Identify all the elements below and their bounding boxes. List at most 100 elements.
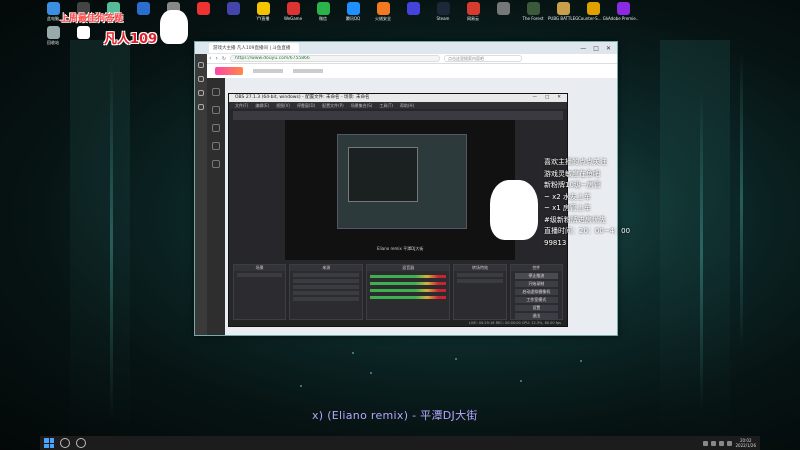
site-nav[interactable] [253,69,283,73]
sidebar-icon[interactable] [198,104,204,110]
note-line: #级新粉牌进房优先 [544,215,606,224]
desktop-icon[interactable]: 腾讯QQ [340,2,366,22]
app-icon [286,2,300,15]
menu-item[interactable]: 工具(T) [379,102,393,109]
stop-streaming-button[interactable]: 停止推流 [514,273,558,279]
desktop-icon[interactable] [220,2,246,22]
sidebar-icon[interactable] [198,90,204,96]
desktop-icon[interactable]: The Forest [520,2,546,22]
wallpaper-particle [455,358,457,360]
minimize-button[interactable]: — [580,45,586,52]
desktop-icon[interactable] [130,2,156,22]
desktop-icon[interactable] [490,2,516,22]
nav-icon[interactable] [212,88,220,96]
close-button[interactable]: ✕ [557,94,561,102]
nav-icon[interactable] [212,106,220,114]
obs-statusbar: LIVE: 00:29:16 REC: 00:00:00 CPU: 12.3%,… [229,320,567,326]
exit-button[interactable]: 退出 [514,313,558,319]
desktop-icon-label: 火绒安全 [375,16,391,21]
list-item[interactable] [293,285,360,289]
network-icon[interactable] [727,440,733,446]
transition-select[interactable] [457,273,503,277]
obs-preview[interactable]: Eliano remix 平潭DJ大街 [285,120,515,260]
desktop-icon-row-2: 回收站 [40,26,96,46]
nav-icon[interactable] [212,124,220,132]
search-input[interactable]: 点击这里搜索内容吧 [444,55,523,62]
close-button[interactable]: ✕ [606,45,611,52]
menu-item[interactable]: 编辑(E) [255,102,269,109]
note-line: 游戏灵敏度在鱼吧 [544,169,600,178]
clock[interactable]: 20:02 2022/1/26 [735,438,756,448]
clock-date: 2022/1/26 [735,443,756,448]
settings-button[interactable]: 设置 [514,305,558,311]
tray-icon[interactable] [703,440,709,446]
app-icon [226,2,240,15]
address-bar-row: ‹ › ↻ https://www.douyu.com/6755866 点击这里… [195,54,617,64]
list-item[interactable] [293,291,360,295]
wallpaper-particle [300,385,302,387]
task-view-icon[interactable] [76,438,86,448]
list-item[interactable] [293,273,360,277]
volume-icon[interactable] [719,440,725,446]
desktop-icon[interactable] [400,2,426,22]
sidebar-icon[interactable] [198,62,204,68]
sidebar-icon[interactable] [198,76,204,82]
site-nav[interactable] [293,69,323,73]
menu-item[interactable]: 停靠窗(D) [297,102,315,109]
audio-meter [370,289,447,292]
desktop-icon[interactable]: 网易云 [460,2,486,22]
desktop-icon[interactable]: Steam [430,2,456,22]
forward-icon[interactable]: › [215,55,217,62]
studio-mode-button[interactable]: 工作室模式 [514,297,558,303]
wallpaper-particle [352,352,354,354]
desktop-icon-label: PUBG BATTLEGR... [548,16,578,21]
menu-item[interactable]: 视图(V) [276,102,290,109]
menu-item[interactable]: 场景集合(S) [351,102,373,109]
wallpaper-particle [370,372,372,374]
app-icon [436,2,450,15]
scenes-dock: 场景 [233,264,287,320]
app-icon [46,26,60,39]
site-header [207,64,617,78]
desktop-icon[interactable]: 火绒安全 [370,2,396,22]
menu-item[interactable]: 配置文件(P) [322,102,344,109]
desktop-icon[interactable]: 微信 [310,2,336,22]
tray-icon[interactable] [711,440,717,446]
desktop-icon[interactable] [70,26,96,46]
refresh-icon[interactable]: ↻ [222,56,226,62]
desktop-icon[interactable]: Adobe Premie... [608,2,638,22]
menu-item[interactable]: 帮助(H) [400,102,414,109]
overlay-fan-name: 凡人109 [104,32,158,47]
app-icon [406,2,420,15]
desktop-icon[interactable]: Counter-S... Global Off... [578,2,608,22]
list-item[interactable] [293,279,360,283]
nav-icon[interactable] [212,142,220,150]
start-icon[interactable] [44,438,54,448]
minimize-button[interactable]: — [532,94,537,102]
duration-field[interactable] [457,279,503,283]
desktop-icon-label: Counter-S... Global Off... [578,16,608,21]
site-logo[interactable] [215,67,243,75]
url-field[interactable]: https://www.douyu.com/6755866 [230,55,441,62]
search-icon[interactable] [60,438,70,448]
list-item[interactable] [293,297,360,301]
overlay-notes: 喜欢主播的点点关注 游戏灵敏度在鱼吧 新粉牌10级~房管 ~ x2 水友上车 ~… [544,157,639,249]
start-recording-button[interactable]: 开始录制 [514,281,558,287]
menu-item[interactable]: 文件(F) [235,102,248,109]
desktop-icon[interactable]: YY直播 [250,2,276,22]
desktop-icon[interactable] [190,2,216,22]
audio-meter [370,275,447,278]
desktop-icon[interactable]: WeGame [280,2,306,22]
maximize-button[interactable]: □ [593,45,599,52]
back-icon[interactable]: ‹ [209,55,211,62]
maximize-button[interactable]: □ [545,94,549,102]
desktop-icon[interactable]: PUBG BATTLEGR... [548,2,578,22]
nav-icon[interactable] [212,160,220,168]
dock-header: 来源 [290,265,363,271]
virtual-camera-button[interactable]: 启动虚拟摄像机 [514,289,558,295]
site-left-nav [207,78,225,335]
desktop-icon[interactable]: 回收站 [40,26,66,46]
list-item[interactable] [237,273,283,277]
browser-tab[interactable]: 游戏大主播 凡人109直播间 | 斗鱼直播 [209,43,299,53]
music-lyric: x) (Eliano remix) - 平潭DJ大街 [312,409,478,422]
